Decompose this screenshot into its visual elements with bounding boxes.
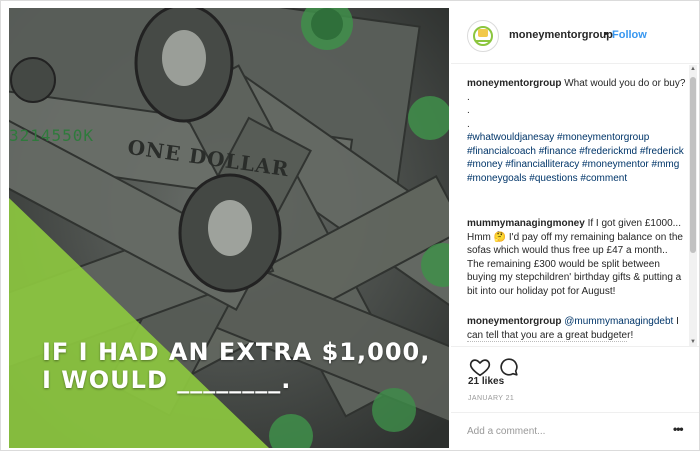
caption-dot-1: . [467,91,470,103]
caption-dot-2: . [467,105,470,116]
caption-text: What would you do or buy? [564,78,686,89]
scroll-up-arrow-icon[interactable]: ▲ [689,65,697,73]
comment-bubble-icon[interactable] [498,356,520,378]
comment-item: mummymanagingmoney If I got given £1000.… [467,217,685,298]
post-header: moneymentorgroup • Follow [451,8,699,64]
comment-username-link[interactable]: mummymanagingmoney [467,218,585,229]
logo-bar-icon [475,40,491,42]
comments-list[interactable]: moneymentorgroup What would you do or bu… [451,65,699,343]
comment-text: If I got given £1000... Hmm 🤔 I'd pay of… [467,218,683,297]
avatar[interactable] [467,20,499,52]
comments-scrollbar[interactable]: ▲ ▼ [689,65,697,346]
overlay-line-1: IF I HAD AN EXTRA $1,000, [42,338,431,366]
add-comment-input[interactable] [467,424,657,438]
bill-serial-text: 3214550K [9,126,95,145]
caption-dot-3: . [467,118,470,130]
more-options-icon[interactable]: ••• [673,422,684,436]
caption-username-link[interactable]: moneymentorgroup [467,78,561,89]
scroll-thumb[interactable] [690,77,696,253]
overlay-line-2: I WOULD ________. [42,366,292,394]
header-separator: • [604,28,608,40]
add-comment-bar: ••• [451,412,699,448]
follow-button[interactable]: Follow [612,29,647,41]
comment-username-link[interactable]: moneymentorgroup [467,316,561,327]
post-image[interactable]: 3214550K ONE DOLLAR IF I HAD AN EXTRA $1… [9,8,449,448]
clipped-comment-edge [467,341,627,343]
likes-count[interactable]: 21 likes [468,376,504,387]
comment-mention-link[interactable]: @mummymanagingdebt [564,316,673,327]
post-side-panel: moneymentorgroup • Follow moneymentorgro… [451,8,699,448]
post-date[interactable]: JANUARY 21 [468,395,514,402]
post-overlay-text: IF I HAD AN EXTRA $1,000, I WOULD ______… [42,338,442,394]
like-heart-icon[interactable] [469,356,491,378]
scroll-down-arrow-icon[interactable]: ▼ [689,338,697,346]
caption-hashtags[interactable]: #whatwouldjanesay #moneymentorgroup #fin… [467,131,687,185]
logo-center-icon [478,29,488,37]
post-caption: moneymentorgroup What would you do or bu… [467,77,687,185]
post-modal: 3214550K ONE DOLLAR IF I HAD AN EXTRA $1… [0,0,700,451]
header-username-link[interactable]: moneymentorgroup [509,29,613,41]
comment-item: moneymentorgroup @mummymanagingdebt I ca… [467,315,685,342]
